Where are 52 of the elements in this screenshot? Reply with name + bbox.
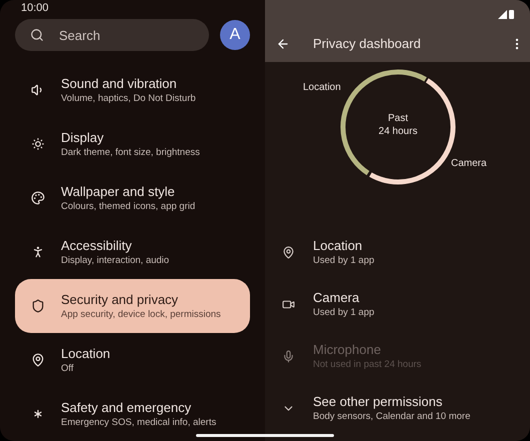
permission-subtitle: Body sensors, Calendar and 10 more <box>313 410 470 423</box>
status-time: 10:00 <box>21 1 49 16</box>
location-pin-icon <box>31 353 45 367</box>
settings-item[interactable]: Wallpaper and style Colours, themed icons, app grid <box>15 171 250 225</box>
location-pin-icon <box>282 246 295 258</box>
item-title: Display <box>61 129 105 146</box>
settings-item[interactable]: Sound and vibration Volume, haptics, Do Not Disturb <box>15 63 250 117</box>
permission-row[interactable]: Camera Used by 1 app <box>265 278 530 330</box>
palette-icon <box>31 191 45 205</box>
back-button[interactable] <box>276 37 290 51</box>
permission-title: See other permissions <box>313 393 444 410</box>
page-title: Privacy dashboard <box>313 35 422 54</box>
item-title: Location <box>61 345 110 362</box>
settings-item[interactable]: Location Off <box>15 333 250 387</box>
signal-icon <box>498 10 507 18</box>
item-subtitle: App security, device lock, permissions <box>61 308 221 321</box>
settings-item[interactable]: Accessibility Display, interaction, audio <box>15 225 250 279</box>
permission-row[interactable]: Location Used by 1 app <box>265 226 530 278</box>
shield-icon <box>31 299 45 313</box>
search-icon <box>30 28 44 42</box>
permission-title: Camera <box>313 289 360 306</box>
segment-label: Location <box>303 81 341 95</box>
item-subtitle: Off <box>61 362 74 375</box>
settings-item[interactable]: Security and privacy App security, device lock, permissions <box>15 279 250 333</box>
permission-title: Location <box>313 237 364 254</box>
person-icon <box>31 245 45 259</box>
item-title: Wallpaper and style <box>61 183 176 200</box>
item-title: Sound and vibration <box>61 75 178 92</box>
microphone-icon <box>282 350 295 362</box>
item-title: Security and privacy <box>61 291 180 308</box>
item-title: Safety and emergency <box>61 399 192 416</box>
permission-title: Microphone <box>313 341 382 358</box>
brightness-icon <box>31 137 45 151</box>
item-title: Accessibility <box>61 237 133 254</box>
search-field[interactable]: Search <box>15 19 209 51</box>
ring-center-label: Past <box>388 112 408 125</box>
permission-subtitle: Used by 1 app <box>313 254 374 267</box>
settings-item[interactable]: Safety and emergency Emergency SOS, medical info, alerts <box>15 387 250 441</box>
item-subtitle: Volume, haptics, Do Not Disturb <box>61 92 196 105</box>
item-subtitle: Colours, themed icons, app grid <box>61 200 196 213</box>
avatar[interactable]: A <box>220 20 250 50</box>
battery-icon <box>509 9 514 19</box>
ring-center-label: 24 hours <box>378 125 418 138</box>
item-subtitle: Display, interaction, audio <box>61 254 170 267</box>
item-subtitle: Emergency SOS, medical info, alerts <box>61 416 216 429</box>
item-subtitle: Dark theme, font size, brightness <box>61 146 200 159</box>
permission-subtitle: Not used in past 24 hours <box>313 358 422 371</box>
permission-subtitle: Used by 1 app <box>313 306 374 319</box>
settings-item[interactable]: Display Dark theme, font size, brightness <box>15 117 250 171</box>
segment-label: Camera <box>451 157 487 171</box>
permission-row[interactable]: See other permissions Body sensors, Calendar and 10 more <box>265 382 530 434</box>
video-camera-icon <box>282 298 295 310</box>
